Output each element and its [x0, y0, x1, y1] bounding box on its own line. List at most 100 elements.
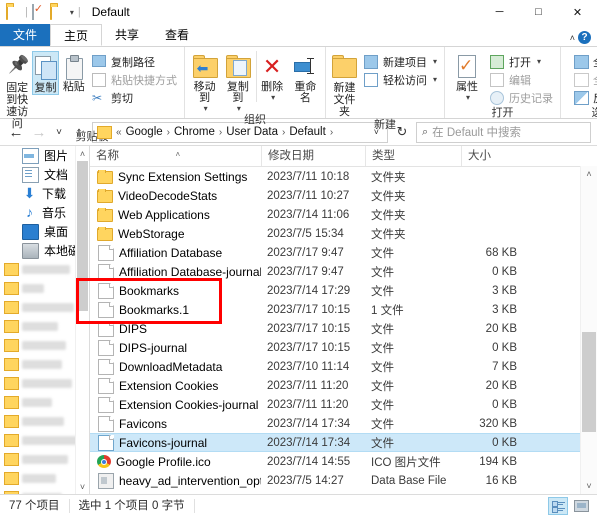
cell-name[interactable]: Google Profile.ico: [90, 455, 261, 469]
table-row[interactable]: Sync Extension Settings 2023/7/11 10:18 文件…: [90, 167, 597, 186]
properties-dropdown-icon[interactable]: ▾: [466, 93, 470, 102]
column-header-date[interactable]: 修改日期: [261, 146, 365, 166]
easy-access-dropdown-icon[interactable]: ▾: [433, 75, 437, 84]
table-row[interactable]: VideoDecodeStats 2023/7/11 10:27 文件夹: [90, 186, 597, 205]
help-icon[interactable]: ?: [578, 31, 591, 44]
pictures-icon: [22, 147, 39, 164]
copy-to-button[interactable]: 复制到 ▾: [222, 51, 253, 113]
new-item-button[interactable]: 新建项目 ▾: [361, 53, 440, 70]
scroll-down-icon[interactable]: ˅: [76, 479, 89, 494]
breadcrumb-item-default[interactable]: Default: [287, 126, 327, 138]
new-folder-button[interactable]: 新建 文件夹: [330, 51, 359, 118]
move-to-dropdown-icon[interactable]: ▾: [204, 104, 208, 113]
open-dropdown-icon[interactable]: ▾: [537, 57, 541, 66]
paste-shortcut-button[interactable]: 粘贴快捷方式: [89, 71, 180, 88]
breadcrumb-item-user-data[interactable]: User Data: [224, 126, 280, 138]
cell-name[interactable]: DIPS: [90, 320, 261, 337]
delete-dropdown-icon[interactable]: ▾: [271, 93, 275, 102]
customize-dropdown-icon[interactable]: ▾: [70, 8, 74, 17]
cell-name[interactable]: DIPS-journal: [90, 339, 261, 356]
table-row[interactable]: Favicons-journal 2023/7/14 17:34 文件 0 KB: [90, 433, 597, 452]
table-row[interactable]: Web Applications 2023/7/14 11:06 文件夹: [90, 205, 597, 224]
table-row[interactable]: DIPS 2023/7/17 10:15 文件 20 KB: [90, 319, 597, 338]
scrollbar-thumb[interactable]: [582, 332, 596, 432]
cell-name[interactable]: Favicons-journal: [90, 434, 261, 451]
table-row[interactable]: Bookmarks 2023/7/14 17:29 文件 3 KB: [90, 281, 597, 300]
chevron-up-icon[interactable]: ˄: [570, 33, 575, 43]
table-row[interactable]: Affiliation Database 2023/7/17 9:47 文件 68 K…: [90, 243, 597, 262]
table-row[interactable]: DIPS-journal 2023/7/17 10:15 文件 0 KB: [90, 338, 597, 357]
move-to-button[interactable]: ⬅ 移动到 ▾: [189, 51, 220, 113]
copy-to-dropdown-icon[interactable]: ▾: [237, 104, 241, 113]
scrollbar-thumb[interactable]: [77, 161, 88, 311]
scroll-up-icon[interactable]: ˄: [581, 166, 597, 182]
table-row[interactable]: DownloadMetadata 2023/7/10 11:14 文件 7 KB: [90, 357, 597, 376]
large-icons-view-button[interactable]: [571, 497, 591, 515]
cut-button[interactable]: ✂ 剪切: [89, 89, 180, 106]
file-list-scrollbar[interactable]: ˄ ˅: [580, 166, 597, 494]
table-row[interactable]: Affiliation Database-journal 2023/7/17 9:…: [90, 262, 597, 281]
cell-name[interactable]: Bookmarks: [90, 282, 261, 299]
navpane-scrollbar[interactable]: ˄ ˅: [75, 146, 89, 494]
new-folder-label-2: 文件夹: [333, 94, 356, 118]
maximize-button[interactable]: □: [519, 0, 558, 24]
table-row[interactable]: WebStorage 2023/7/5 15:34 文件夹: [90, 224, 597, 243]
cell-name[interactable]: Favicons: [90, 415, 261, 432]
properties-button[interactable]: ✓ 属性 ▾: [449, 51, 485, 102]
easy-access-button[interactable]: 轻松访问 ▾: [361, 71, 440, 88]
cell-name[interactable]: Sync Extension Settings: [90, 169, 261, 184]
new-folder-icon[interactable]: [49, 3, 65, 20]
cell-name[interactable]: Affiliation Database: [90, 244, 261, 261]
open-button[interactable]: 打开 ▾: [487, 53, 556, 70]
group-label-clipboard: 剪贴板: [75, 131, 109, 143]
column-header-name[interactable]: ˄ 名称: [90, 146, 261, 166]
cell-name[interactable]: Affiliation Database-journal: [90, 263, 261, 280]
minimize-button[interactable]: ─: [480, 0, 519, 24]
tab-file[interactable]: 文件: [0, 24, 51, 46]
delete-button[interactable]: ✕ 删除 ▾: [255, 51, 288, 102]
scroll-up-icon[interactable]: ˄: [76, 146, 89, 161]
select-all-button[interactable]: 全部选择: [571, 53, 597, 70]
copy-to-label: 复制到: [226, 81, 249, 104]
cell-size: 20 KB: [485, 379, 517, 392]
pin-to-quick-access-button[interactable]: 固定到快 速访问: [4, 51, 30, 130]
table-row[interactable]: heavy_ad_intervention_opt_out.db 2023/7/5…: [90, 471, 597, 490]
new-item-dropdown-icon[interactable]: ▾: [433, 57, 437, 66]
invert-selection-button[interactable]: 反向选择: [571, 89, 597, 106]
table-row[interactable]: Bookmarks.1 2023/7/17 10:15 1 文件 3 KB: [90, 300, 597, 319]
column-header-size[interactable]: 大小: [461, 146, 535, 166]
edit-button[interactable]: 编辑: [487, 71, 556, 88]
folder-icon[interactable]: [6, 3, 21, 20]
search-input[interactable]: ⌕ 在 Default 中搜索: [416, 121, 591, 143]
scroll-down-icon[interactable]: ˅: [581, 478, 597, 494]
cell-name[interactable]: Extension Cookies: [90, 377, 261, 394]
details-view-button[interactable]: [548, 497, 568, 515]
cell-name[interactable]: DownloadMetadata: [90, 358, 261, 375]
tab-home[interactable]: 主页: [50, 24, 103, 46]
table-row[interactable]: Google Profile.ico 2023/7/14 14:55 ICO 图片文…: [90, 452, 597, 471]
cell-name[interactable]: Extension Cookies-journal: [90, 396, 261, 413]
select-none-button[interactable]: 全部取消: [571, 71, 597, 88]
breadcrumb-sep-2[interactable]: ›: [218, 127, 223, 138]
table-row[interactable]: Favicons 2023/7/14 17:34 文件 320 KB: [90, 414, 597, 433]
rename-button[interactable]: 重命名: [290, 51, 321, 104]
table-row[interactable]: Extension Cookies 2023/7/11 11:20 文件 20 KB: [90, 376, 597, 395]
copy-button[interactable]: 复制: [32, 51, 59, 95]
paste-button[interactable]: 粘贴: [61, 51, 87, 93]
properties-icon[interactable]: [31, 3, 47, 20]
copy-path-button[interactable]: 复制路径: [89, 53, 180, 70]
column-header-type[interactable]: 类型: [365, 146, 461, 166]
cell-name[interactable]: Web Applications: [90, 207, 261, 222]
close-button[interactable]: ✕: [558, 0, 597, 24]
tab-view[interactable]: 查看: [152, 24, 202, 46]
cell-name[interactable]: Bookmarks.1: [90, 301, 261, 318]
select-none-icon: [574, 72, 589, 87]
cell-name[interactable]: VideoDecodeStats: [90, 188, 261, 203]
cell-name[interactable]: heavy_ad_intervention_opt_out.db: [90, 472, 261, 489]
history-button[interactable]: 历史记录: [487, 89, 556, 106]
cell-name[interactable]: WebStorage: [90, 226, 261, 241]
table-row[interactable]: Extension Cookies-journal 2023/7/11 11:20…: [90, 395, 597, 414]
tab-share[interactable]: 共享: [102, 24, 152, 46]
breadcrumb-sep-3[interactable]: ›: [281, 127, 286, 138]
new-item-icon: [363, 54, 379, 69]
